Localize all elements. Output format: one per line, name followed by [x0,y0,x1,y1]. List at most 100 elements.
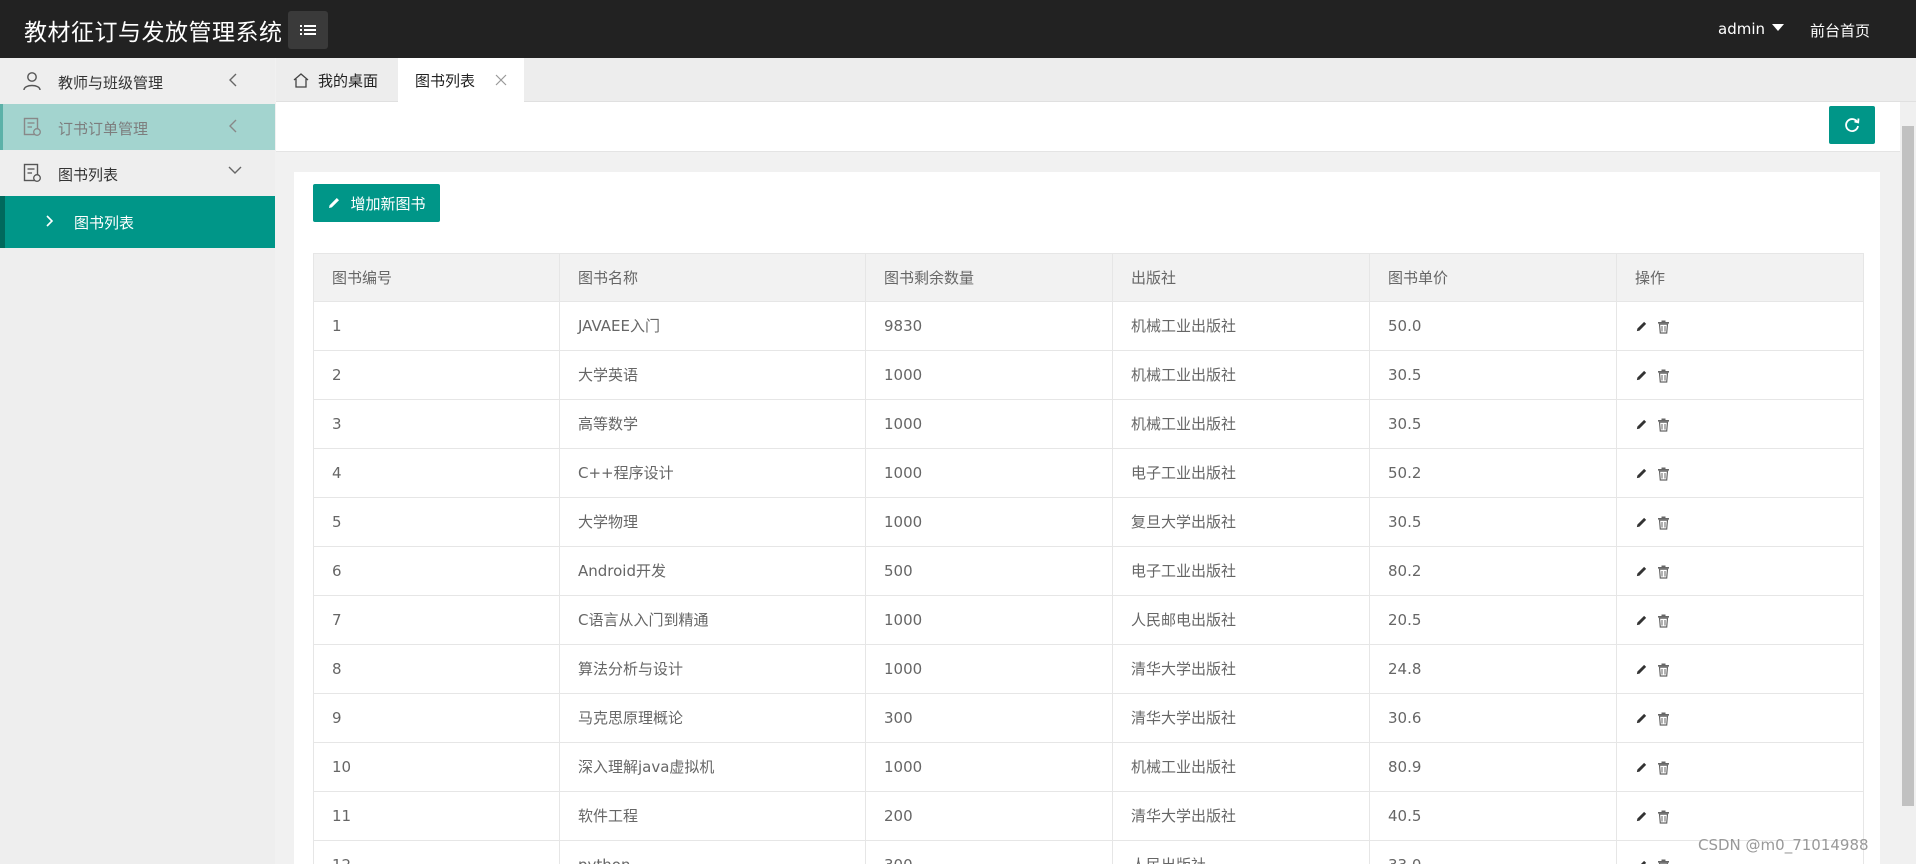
sidebar-item-teachers[interactable]: 教师与班级管理 [0,58,275,104]
delete-icon[interactable] [1657,712,1670,726]
edit-icon[interactable] [1635,467,1648,480]
tab-bar: 我的桌面 图书列表 [276,58,1916,102]
edit-icon[interactable] [1635,565,1648,578]
table-cell: 500 [866,547,1113,595]
table-cell: 10 [314,743,560,791]
table-row: 4 C++程序设计 1000 电子工业出版社 50.2 [313,449,1864,498]
sidebar-subitem-book-list[interactable]: 图书列表 [0,196,275,248]
edit-icon[interactable] [1635,369,1648,382]
edit-icon[interactable] [1635,859,1648,864]
table-cell: 80.2 [1370,547,1617,595]
delete-icon[interactable] [1657,761,1670,775]
table-row: 1 JAVAEE入门 9830 机械工业出版社 50.0 [313,302,1864,351]
table-cell: 30.6 [1370,694,1617,742]
table-cell: 5 [314,498,560,546]
close-icon[interactable] [495,74,507,86]
delete-icon[interactable] [1657,369,1670,383]
table-cell: 9 [314,694,560,742]
table-cell: 33.0 [1370,841,1617,864]
home-icon [293,73,309,88]
table-cell: 1000 [866,743,1113,791]
pencil-icon [329,198,340,208]
delete-icon[interactable] [1657,859,1670,864]
sidebar-item-label: 订书订单管理 [58,120,149,138]
scrollbar-thumb[interactable] [1902,126,1914,806]
action-cell [1617,400,1863,448]
table-cell: 200 [866,792,1113,840]
book-icon [23,163,41,182]
delete-icon[interactable] [1657,516,1670,530]
table-cell: 大学英语 [560,351,866,399]
delete-icon[interactable] [1657,320,1670,334]
app-title: 教材征订与发放管理系统 [24,20,283,46]
table-cell: 40.5 [1370,792,1617,840]
table-cell: 复旦大学出版社 [1113,498,1370,546]
table-cell: 人民邮电出版社 [1113,596,1370,644]
edit-icon[interactable] [1635,810,1648,823]
toolbar-strip [276,102,1900,152]
table-cell: 1000 [866,596,1113,644]
table-row: 9 马克思原理概论 300 清华大学出版社 30.6 [313,694,1864,743]
table-row: 5 大学物理 1000 复旦大学出版社 30.5 [313,498,1864,547]
table-cell: 高等数学 [560,400,866,448]
sidebar-item-books[interactable]: 图书列表 [0,150,275,196]
table-cell: 马克思原理概论 [560,694,866,742]
user-menu[interactable]: admin [1718,20,1784,38]
table-cell: python [560,841,866,864]
edit-icon[interactable] [1635,614,1648,627]
table-cell: 机械工业出版社 [1113,400,1370,448]
table-row: 8 算法分析与设计 1000 清华大学出版社 24.8 [313,645,1864,694]
chevron-left-icon [229,119,237,133]
edit-icon[interactable] [1635,761,1648,774]
table-cell: 80.9 [1370,743,1617,791]
order-icon [23,117,41,136]
caret-down-icon [1772,23,1784,31]
table-row: 11 软件工程 200 清华大学出版社 40.5 [313,792,1864,841]
delete-icon[interactable] [1657,810,1670,824]
table-cell: 20.5 [1370,596,1617,644]
sidebar-item-orders[interactable]: 订书订单管理 [0,104,275,150]
delete-icon[interactable] [1657,614,1670,628]
column-header: 图书名称 [560,254,866,302]
delete-icon[interactable] [1657,565,1670,579]
tab-home[interactable]: 我的桌面 [292,58,378,102]
delete-icon[interactable] [1657,467,1670,481]
table-cell: 机械工业出版社 [1113,302,1370,350]
sidebar-subitem-label: 图书列表 [74,214,135,232]
table-cell: 24.8 [1370,645,1617,693]
user-icon [23,72,41,91]
delete-icon[interactable] [1657,418,1670,432]
sidebar-item-label: 图书列表 [58,166,119,184]
table-row: 10 深入理解java虚拟机 1000 机械工业出版社 80.9 [313,743,1864,792]
tab-label: 我的桌面 [318,71,379,90]
menu-toggle-button[interactable] [288,11,328,49]
table-cell: C++程序设计 [560,449,866,497]
delete-icon[interactable] [1657,663,1670,677]
column-header: 图书编号 [314,254,560,302]
front-page-link[interactable]: 前台首页 [1810,20,1870,41]
table-cell: 1 [314,302,560,350]
edit-icon[interactable] [1635,712,1648,725]
refresh-button[interactable] [1829,106,1875,144]
edit-icon[interactable] [1635,320,1648,333]
sidebar: 教师与班级管理 订书订单管理 图书列表 图书列表 [0,58,275,864]
column-header: 出版社 [1113,254,1370,302]
table-cell: 1000 [866,645,1113,693]
action-cell [1617,498,1863,546]
table-cell: 30.5 [1370,351,1617,399]
table-cell: 1000 [866,449,1113,497]
edit-icon[interactable] [1635,516,1648,529]
sidebar-item-label: 教师与班级管理 [58,74,164,92]
table-body: 1 JAVAEE入门 9830 机械工业出版社 50.0 2 大学英语 1000 机械工业出版社… [313,302,1864,864]
table-cell: 大学物理 [560,498,866,546]
table-cell: 电子工业出版社 [1113,547,1370,595]
column-header: 操作 [1635,269,1666,287]
edit-icon[interactable] [1635,418,1648,431]
add-book-label: 增加新图书 [350,194,426,213]
table-row: 2 大学英语 1000 机械工业出版社 30.5 [313,351,1864,400]
add-book-button[interactable]: 增加新图书 [313,184,440,222]
tab-book-list[interactable]: 图书列表 [398,58,524,102]
action-cell [1617,743,1863,791]
top-header: 教材征订与发放管理系统 admin 前台首页 [0,0,1916,58]
edit-icon[interactable] [1635,663,1648,676]
